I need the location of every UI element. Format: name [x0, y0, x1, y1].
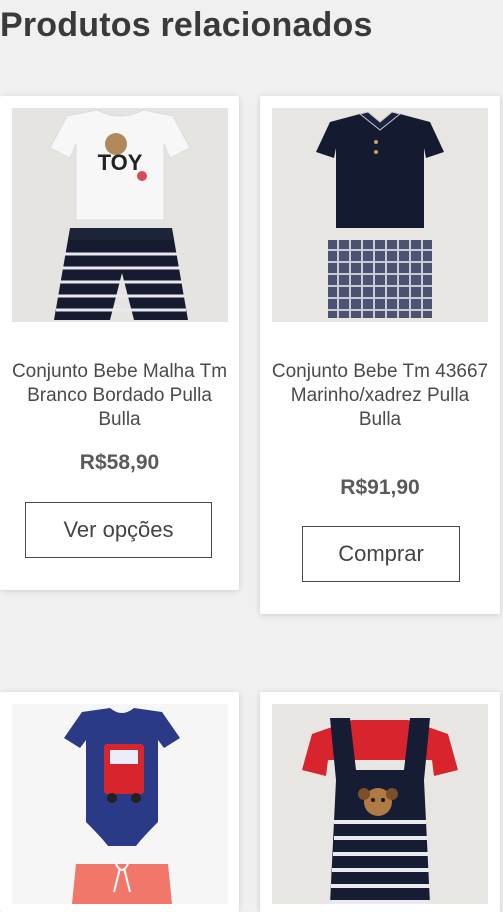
product-name[interactable]: Conjunto Bebe Malha Tm Branco Bordado Pu… [8, 360, 231, 432]
view-options-button[interactable]: Ver opções [25, 502, 212, 558]
baby-outfit-image [272, 108, 488, 322]
product-price: R$91,90 [340, 476, 420, 499]
product-image[interactable] [272, 704, 488, 904]
baby-outfit-image: TOY [12, 108, 228, 322]
product-card[interactable]: Conjunto Bebe Tm 43667 Marinho/xadrez Pu… [260, 96, 500, 614]
product-image[interactable]: TOY [12, 108, 228, 322]
product-image[interactable] [272, 108, 488, 322]
product-name[interactable]: Conjunto Bebe Tm 43667 Marinho/xadrez Pu… [268, 360, 492, 432]
product-image[interactable] [12, 704, 228, 904]
buy-button[interactable]: Comprar [302, 526, 460, 582]
baby-bodysuit-image [12, 704, 228, 904]
product-card[interactable]: TOY Conjunto Bebe Malha Tm Branco Bordad… [0, 96, 239, 590]
shirt-print-text: TOY [98, 150, 143, 175]
product-price: R$58,90 [79, 451, 160, 474]
baby-overall-image [272, 704, 488, 904]
product-card[interactable] [0, 692, 239, 912]
section-title: Produtos relacionados [0, 6, 373, 44]
product-card[interactable] [260, 692, 500, 912]
